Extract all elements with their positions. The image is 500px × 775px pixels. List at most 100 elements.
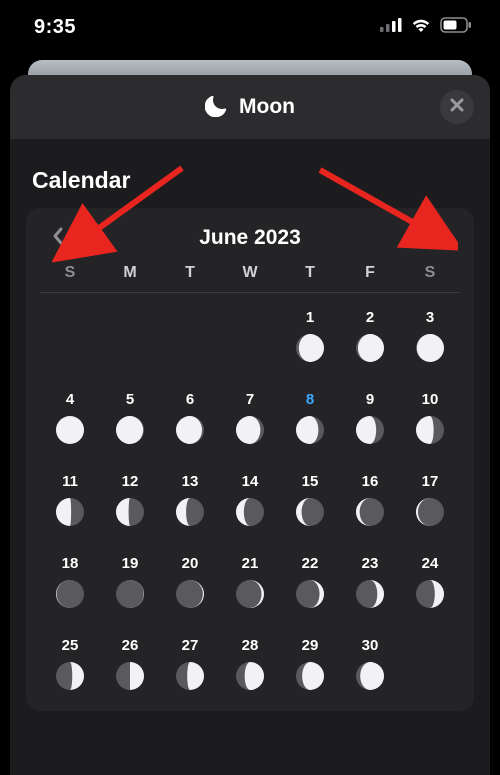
moon-phase-icon: [416, 580, 444, 608]
moon-phase-icon: [56, 498, 84, 526]
moon-phase-icon: [296, 498, 324, 526]
moon-phase-icon: [176, 662, 204, 690]
calendar-day[interactable]: 23: [340, 555, 400, 613]
day-number: 23: [362, 555, 379, 572]
day-number: 1: [306, 309, 314, 326]
calendar-day[interactable]: 20: [160, 555, 220, 613]
day-of-week-label: S: [40, 264, 100, 282]
moon-phase-icon: [416, 334, 444, 362]
calendar-day[interactable]: 4: [40, 391, 100, 449]
calendar-day[interactable]: 21: [220, 555, 280, 613]
moon-phase-icon: [296, 580, 324, 608]
day-number: 26: [122, 637, 139, 654]
day-number: 2: [366, 309, 374, 326]
moon-phase-icon: [56, 580, 84, 608]
calendar-day[interactable]: 15: [280, 473, 340, 531]
calendar-day[interactable]: 11: [40, 473, 100, 531]
close-button[interactable]: [440, 90, 474, 124]
moon-phase-icon: [356, 334, 384, 362]
next-month-button[interactable]: [428, 224, 456, 252]
calendar-day[interactable]: 1: [280, 309, 340, 367]
wifi-icon: [410, 17, 432, 38]
moon-phase-icon: [236, 416, 264, 444]
day-number: 8: [306, 391, 314, 408]
day-of-week-label: T: [160, 264, 220, 282]
moon-phase-icon: [416, 416, 444, 444]
calendar-day[interactable]: 17: [400, 473, 460, 531]
calendar-day[interactable]: 5: [100, 391, 160, 449]
moon-phase-icon: [56, 662, 84, 690]
day-of-week-label: S: [400, 264, 460, 282]
day-of-week-label: W: [220, 264, 280, 282]
calendar-day[interactable]: 26: [100, 637, 160, 695]
calendar-grid: 1234567891011121314151617181920212223242…: [40, 293, 460, 695]
moon-phase-icon: [356, 580, 384, 608]
calendar-day[interactable]: 28: [220, 637, 280, 695]
moon-phase-icon: [356, 662, 384, 690]
calendar-day[interactable]: 16: [340, 473, 400, 531]
day-of-week-label: T: [280, 264, 340, 282]
day-number: 5: [126, 391, 134, 408]
calendar-day[interactable]: 12: [100, 473, 160, 531]
moon-phase-icon: [116, 498, 144, 526]
moon-phase-icon: [236, 662, 264, 690]
day-number: 4: [66, 391, 74, 408]
day-number: 17: [422, 473, 439, 490]
moon-phase-icon: [116, 662, 144, 690]
day-number: 22: [302, 555, 319, 572]
calendar-day[interactable]: 27: [160, 637, 220, 695]
day-of-week-label: F: [340, 264, 400, 282]
moon-phase-icon: [236, 580, 264, 608]
calendar-day[interactable]: 3: [400, 309, 460, 367]
moon-phase-icon: [296, 334, 324, 362]
moon-phase-icon: [296, 416, 324, 444]
day-number: 27: [182, 637, 199, 654]
close-icon: [450, 98, 464, 117]
calendar-day[interactable]: 29: [280, 637, 340, 695]
calendar-day[interactable]: 2: [340, 309, 400, 367]
day-number: 16: [362, 473, 379, 490]
day-number: 15: [302, 473, 319, 490]
status-time: 9:35: [34, 16, 76, 39]
calendar-day[interactable]: 30: [340, 637, 400, 695]
calendar-day[interactable]: 8: [280, 391, 340, 449]
calendar-day[interactable]: 7: [220, 391, 280, 449]
sheet-title: Moon: [239, 95, 295, 119]
calendar-day[interactable]: 14: [220, 473, 280, 531]
day-number: 20: [182, 555, 199, 572]
day-number: 3: [426, 309, 434, 326]
calendar-empty-cell: [40, 309, 100, 367]
calendar-day[interactable]: 6: [160, 391, 220, 449]
day-number: 12: [122, 473, 139, 490]
calendar-day[interactable]: 24: [400, 555, 460, 613]
day-number: 14: [242, 473, 259, 490]
calendar-day[interactable]: 9: [340, 391, 400, 449]
day-of-week-row: SMTWTFS: [40, 264, 460, 293]
calendar-header: June 2023: [40, 218, 460, 264]
calendar-day[interactable]: 13: [160, 473, 220, 531]
moon-phase-icon: [356, 416, 384, 444]
sheet-header: Moon: [10, 75, 490, 139]
calendar-day[interactable]: 22: [280, 555, 340, 613]
chevron-right-icon: [435, 226, 449, 251]
prev-month-button[interactable]: [44, 224, 72, 252]
day-of-week-label: M: [100, 264, 160, 282]
status-indicators: [380, 17, 472, 38]
battery-icon: [440, 17, 472, 38]
calendar-day[interactable]: 19: [100, 555, 160, 613]
moon-icon: [205, 93, 229, 122]
calendar-day[interactable]: 18: [40, 555, 100, 613]
calendar-empty-cell: [100, 309, 160, 367]
moon-phase-icon: [116, 580, 144, 608]
day-number: 7: [246, 391, 254, 408]
calendar-heading: Calendar: [10, 139, 490, 208]
calendar-day[interactable]: 10: [400, 391, 460, 449]
day-number: 6: [186, 391, 194, 408]
calendar-day[interactable]: 25: [40, 637, 100, 695]
moon-phase-icon: [236, 498, 264, 526]
month-label: June 2023: [72, 226, 428, 250]
cellular-icon: [380, 18, 402, 37]
moon-phase-icon: [176, 498, 204, 526]
day-number: 13: [182, 473, 199, 490]
calendar-card: June 2023 SMTWTFS 1234567891011121314151…: [26, 208, 474, 711]
